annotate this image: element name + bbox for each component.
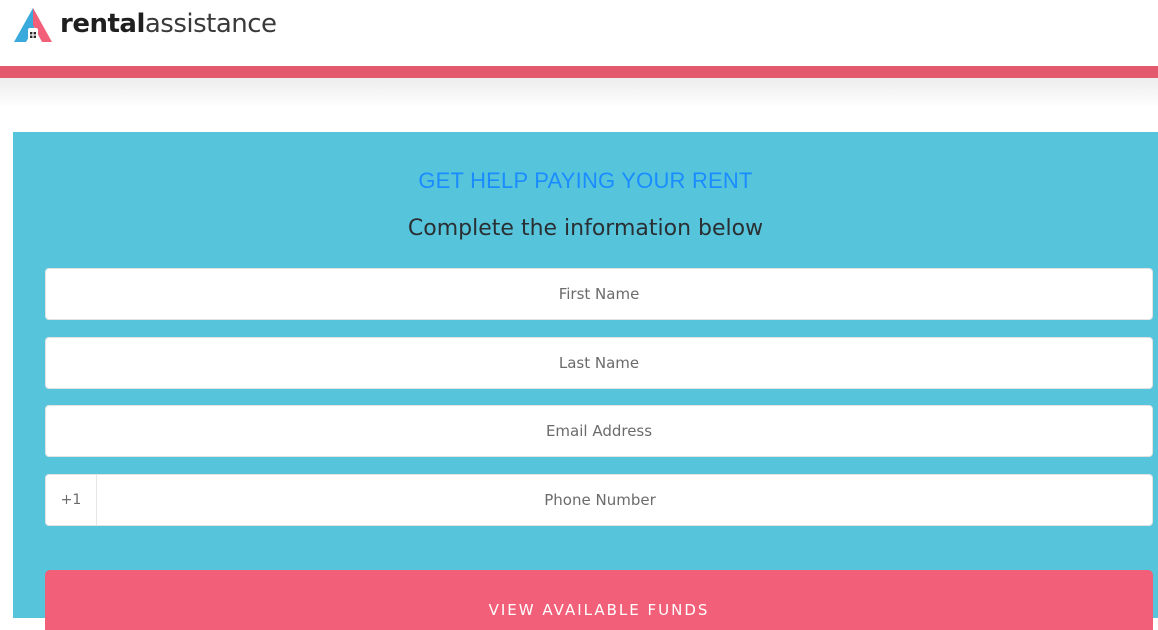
view-available-funds-button[interactable]: VIEW AVAILABLE FUNDS <box>45 570 1153 630</box>
email-input[interactable] <box>46 406 1152 456</box>
house-logo-icon <box>14 8 52 42</box>
last-name-field-wrapper <box>45 337 1153 389</box>
header-accent-bar <box>0 66 1158 78</box>
brand-logo-link[interactable]: rentalassistance <box>12 2 277 46</box>
phone-input[interactable] <box>97 475 1152 525</box>
form-title: GET HELP PAYING YOUR RENT <box>418 168 753 193</box>
email-field-wrapper <box>45 405 1153 457</box>
header-shadow <box>0 78 1158 108</box>
last-name-input[interactable] <box>46 338 1152 388</box>
country-code-prefix: +1 <box>46 475 97 525</box>
brand-wordmark: rentalassistance <box>60 2 277 46</box>
first-name-input[interactable] <box>46 269 1152 319</box>
brand-wordmark-light: assistance <box>144 9 277 39</box>
first-name-field-wrapper <box>45 268 1153 320</box>
brand-wordmark-bold: rental <box>60 9 145 39</box>
form-subtitle: Complete the information below <box>407 216 764 241</box>
site-header: rentalassistance <box>0 0 1158 66</box>
phone-field-wrapper: +1 <box>45 474 1153 526</box>
